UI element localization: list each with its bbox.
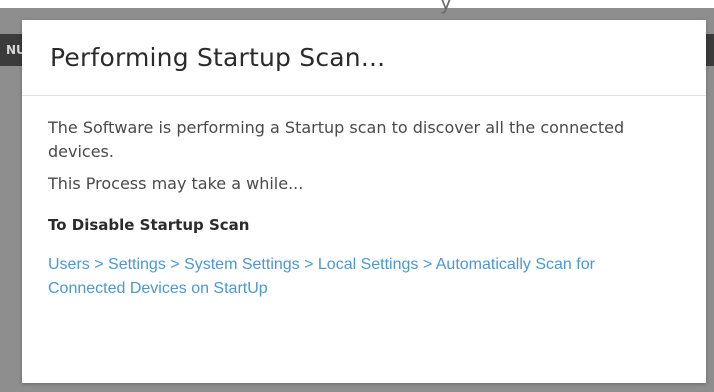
startup-scan-dialog: Performing Startup Scan... The Software … bbox=[22, 20, 706, 383]
settings-path-link[interactable]: Users > Settings > System Settings > Loc… bbox=[48, 253, 673, 301]
disable-scan-heading: To Disable Startup Scan bbox=[48, 216, 250, 234]
scan-duration-note: This Process may take a while... bbox=[48, 174, 304, 193]
background-text-fragment: y bbox=[440, 0, 452, 14]
dialog-title: Performing Startup Scan... bbox=[50, 43, 386, 72]
scan-description: The Software is performing a Startup sca… bbox=[48, 118, 625, 161]
dialog-header: Performing Startup Scan... bbox=[22, 20, 706, 96]
dialog-body: The Software is performing a Startup sca… bbox=[22, 96, 706, 301]
